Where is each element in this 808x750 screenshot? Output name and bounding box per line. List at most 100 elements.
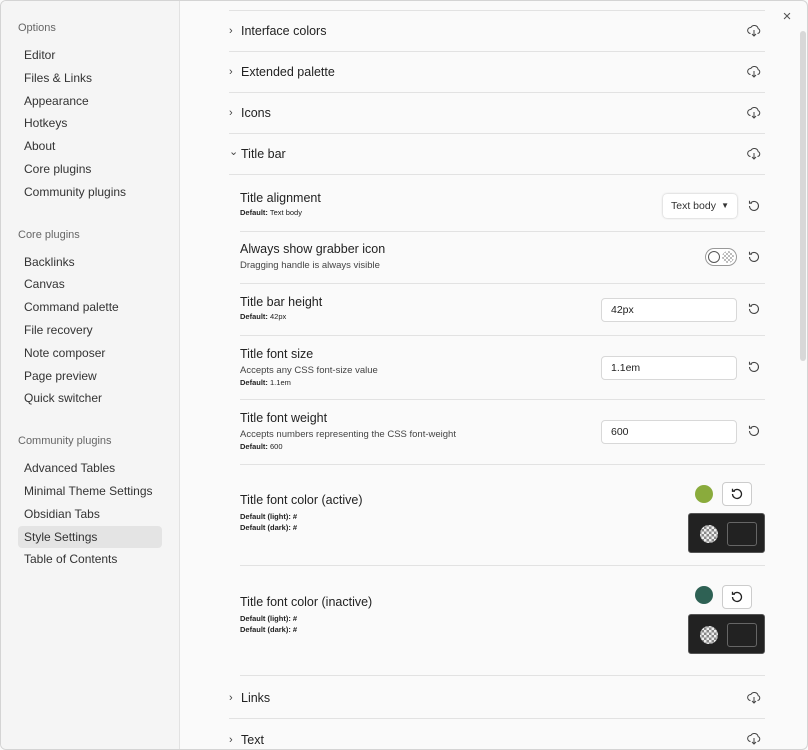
chevron-down-icon: ⌄ <box>229 145 239 158</box>
sidebar-group-options: Options Editor Files & Links Appearance … <box>1 22 179 204</box>
sidebar-item-core-plugins[interactable]: Core plugins <box>18 158 162 181</box>
sidebar-item-files-links[interactable]: Files & Links <box>18 67 162 90</box>
download-icon[interactable] <box>747 65 761 79</box>
download-icon[interactable] <box>747 732 761 746</box>
sidebar-item-style-settings[interactable]: Style Settings <box>18 525 162 549</box>
settings-modal: Options Editor Files & Links Appearance … <box>0 0 808 750</box>
reset-button[interactable] <box>722 482 752 506</box>
download-icon[interactable] <box>747 147 761 161</box>
default-value: 600 <box>270 442 283 451</box>
section-extended-palette[interactable]: › Extended palette <box>229 52 765 93</box>
grabber-toggle[interactable] <box>705 248 737 266</box>
chevron-right-icon: › <box>229 733 233 746</box>
section-label: Extended palette <box>241 65 335 79</box>
chevron-right-icon: › <box>229 25 233 37</box>
download-icon[interactable] <box>747 106 761 120</box>
section-label: Links <box>241 691 271 705</box>
sidebar-item-backlinks[interactable]: Backlinks <box>18 251 162 274</box>
reset-icon <box>731 488 743 500</box>
section-interface-colors[interactable]: › Interface colors <box>229 11 765 52</box>
setting-title-font-weight: Title font weight Accepts numbers repres… <box>240 400 765 465</box>
setting-title-font-color-active: Title font color (active) Default (light… <box>240 465 765 566</box>
settings-sidebar: Options Editor Files & Links Appearance … <box>1 1 180 749</box>
color-swatch-active[interactable] <box>695 485 713 503</box>
sidebar-item-table-of-contents[interactable]: Table of Contents <box>18 548 162 571</box>
default-label: Default: <box>240 442 268 451</box>
section-icons[interactable]: › Icons <box>229 93 765 134</box>
transparency-swatch <box>700 525 718 543</box>
sidebar-item-command-palette[interactable]: Command palette <box>18 296 162 319</box>
download-icon[interactable] <box>747 24 761 38</box>
download-icon[interactable] <box>747 691 761 705</box>
sidebar-item-quick-switcher[interactable]: Quick switcher <box>18 387 162 410</box>
section-label: Icons <box>241 106 271 120</box>
reset-icon <box>731 591 743 603</box>
close-icon[interactable]: × <box>779 9 795 25</box>
toggle-indicator <box>722 251 734 263</box>
section-label: Text <box>241 732 264 747</box>
default-label: Default: <box>240 208 268 217</box>
sidebar-item-advanced-tables[interactable]: Advanced Tables <box>18 457 162 480</box>
setting-name: Always show grabber icon <box>240 242 386 256</box>
reset-button[interactable] <box>722 585 752 609</box>
scrollbar[interactable] <box>800 31 806 361</box>
title-alignment-dropdown[interactable]: Text body ▼ <box>663 194 737 218</box>
sidebar-item-file-recovery[interactable]: File recovery <box>18 319 162 342</box>
sidebar-group-title: Core plugins <box>18 228 80 241</box>
setting-default-dark: Default (dark): # <box>240 625 765 634</box>
sidebar-item-canvas[interactable]: Canvas <box>18 273 162 296</box>
setting-grabber-icon: Always show grabber icon Dragging handle… <box>240 232 765 284</box>
default-value: 1.1em <box>270 378 291 387</box>
section-label: Interface colors <box>241 24 327 38</box>
setting-description: Dragging handle is always visible <box>240 260 380 271</box>
setting-default-dark: Default (dark): # <box>240 523 765 532</box>
default-value: Text body <box>269 208 302 217</box>
transparency-swatch <box>700 626 718 644</box>
dropdown-value: Text body <box>671 200 716 212</box>
reset-icon[interactable] <box>747 360 761 374</box>
setting-title-font-color-inactive: Title font color (inactive) Default (lig… <box>240 566 765 676</box>
reset-icon[interactable] <box>747 424 761 438</box>
sidebar-item-about[interactable]: About <box>18 135 162 158</box>
sidebar-item-appearance[interactable]: Appearance <box>18 90 162 113</box>
default-dark-text: Default (dark): # <box>240 523 298 532</box>
caret-down-icon: ▼ <box>721 201 729 210</box>
setting-default-light: Default (light): # <box>240 512 765 521</box>
chevron-right-icon: › <box>229 692 233 704</box>
color-picker-inactive[interactable] <box>688 614 765 654</box>
picker-preview <box>727 623 757 647</box>
sidebar-group-core-plugins: Core plugins Backlinks Canvas Command pa… <box>1 229 179 411</box>
color-picker-active[interactable] <box>688 513 765 553</box>
setting-default-light: Default (light): # <box>240 614 765 623</box>
reset-icon[interactable] <box>747 199 761 213</box>
default-dark-text: Default (dark): # <box>240 625 298 634</box>
sidebar-item-hotkeys[interactable]: Hotkeys <box>18 112 162 135</box>
sidebar-item-page-preview[interactable]: Page preview <box>18 365 162 388</box>
section-title-bar[interactable]: ⌄ Title bar <box>229 134 765 175</box>
title-bar-height-input[interactable] <box>601 298 737 322</box>
reset-icon[interactable] <box>747 250 761 264</box>
default-label: Default: <box>240 378 268 387</box>
color-swatch-inactive[interactable] <box>695 586 713 604</box>
section-links[interactable]: › Links <box>229 678 765 719</box>
sidebar-item-community-plugins[interactable]: Community plugins <box>18 181 162 204</box>
setting-title-font-size: Title font size Accepts any CSS font-siz… <box>240 336 765 400</box>
title-font-size-input[interactable] <box>601 356 737 380</box>
sidebar-item-editor[interactable]: Editor <box>18 44 162 67</box>
reset-icon[interactable] <box>747 302 761 316</box>
default-label: Default: <box>240 312 268 321</box>
toggle-knob <box>708 251 720 263</box>
default-value: 42px <box>270 312 287 321</box>
picker-preview <box>727 522 757 546</box>
sidebar-group-title: Options <box>18 22 56 34</box>
section-label: Title bar <box>241 147 286 161</box>
setting-title-bar-height: Title bar height Default: 42px <box>240 284 765 336</box>
sidebar-item-note-composer[interactable]: Note composer <box>18 342 162 365</box>
sidebar-item-obsidian-tabs[interactable]: Obsidian Tabs <box>18 503 162 526</box>
sidebar-item-minimal-theme-settings[interactable]: Minimal Theme Settings <box>18 480 162 503</box>
chevron-right-icon: › <box>229 66 233 78</box>
setting-name: Title font color (inactive) <box>240 595 373 609</box>
section-text[interactable]: › Text <box>229 719 765 749</box>
sidebar-group-community-plugins: Community plugins Advanced Tables Minima… <box>1 435 179 571</box>
title-font-weight-input[interactable] <box>601 420 737 444</box>
